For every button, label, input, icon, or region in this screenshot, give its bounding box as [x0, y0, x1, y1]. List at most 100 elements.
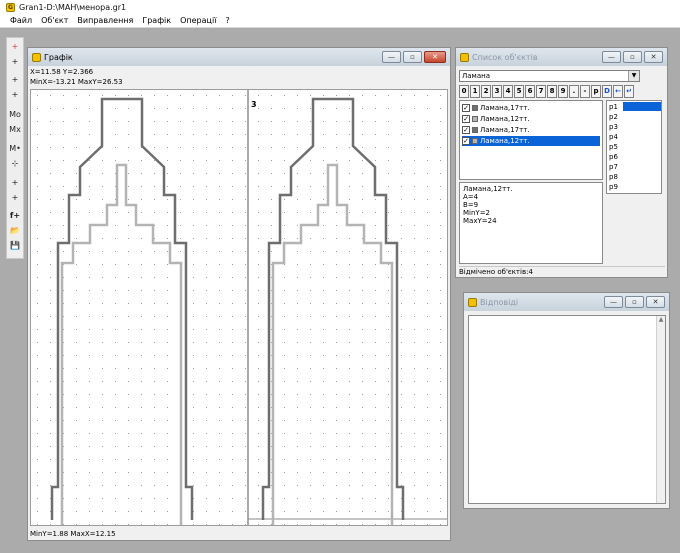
object-row[interactable]: ✓ Ламана,12тт. [462, 136, 600, 146]
param-item[interactable]: p9 [607, 182, 661, 192]
list-maximize-button[interactable]: ▫ [623, 51, 642, 63]
scale-x-icon[interactable]: Mx [8, 123, 22, 137]
input-button-5[interactable]: 5 [514, 85, 524, 98]
object-label: Ламана,12тт. [480, 137, 530, 145]
param-item[interactable]: p2 [607, 112, 661, 122]
object-list[interactable]: ✓ Ламана,17тт. ✓ Ламана,12тт. ✓ Ламана,17тт. ✓… [459, 100, 603, 180]
object-row[interactable]: ✓ Ламана,17тт. [462, 125, 600, 135]
menu-file[interactable]: Файл [10, 16, 32, 25]
input-button-7[interactable]: 7 [536, 85, 546, 98]
property-line: A=4 [463, 193, 479, 201]
open-folder-icon[interactable]: 📂 [8, 224, 22, 238]
plot-canvas[interactable]: 3 [31, 90, 447, 525]
input-button-3[interactable]: 3 [492, 85, 502, 98]
input-button-14[interactable]: ← [613, 85, 623, 98]
input-button-12[interactable]: p [591, 85, 601, 98]
answers-title: Відповіді [480, 297, 519, 307]
answers-close-button[interactable]: ✕ [646, 296, 665, 308]
object-list-titlebar[interactable]: Список об'єктів — ▫ ✕ [456, 48, 667, 66]
save-disk-icon[interactable]: 💾 [8, 239, 22, 253]
input-button-8[interactable]: 8 [547, 85, 557, 98]
object-checkbox[interactable]: ✓ [462, 104, 470, 112]
object-checkbox[interactable]: ✓ [462, 126, 470, 134]
property-line: Ламана,12тт. [463, 185, 513, 193]
app-icon: G [6, 2, 15, 12]
graph-minimize-button[interactable]: — [382, 51, 401, 63]
zoom-in-icon[interactable]: + [8, 191, 22, 205]
object-checkbox[interactable]: ✓ [462, 115, 470, 123]
answers-maximize-button[interactable]: ▫ [625, 296, 644, 308]
crosshair-icon[interactable]: + [8, 55, 22, 69]
move-icon[interactable]: ⊹ [8, 157, 22, 171]
object-color-swatch [472, 116, 478, 122]
object-label: Ламана,12тт. [480, 115, 530, 123]
menu-graph[interactable]: Графік [142, 16, 171, 25]
menu-edit[interactable]: Виправлення [77, 16, 133, 25]
axis-icon[interactable]: + [8, 73, 22, 87]
left-toolbar: + + + + Mo Mx M• ⊹ + + f+ 📂 💾 [6, 37, 24, 259]
answers-text-area[interactable]: ▲ [468, 315, 666, 504]
object-type-select[interactable]: Ламана ▼ [459, 70, 640, 82]
object-list-title: Список об'єктів [472, 52, 538, 62]
param-item[interactable]: p5 [607, 142, 661, 152]
function-icon[interactable]: f+ [8, 209, 22, 223]
zoom-out-icon[interactable]: + [8, 176, 22, 190]
object-type-value: Ламана [462, 72, 490, 80]
add-point-icon[interactable]: + [8, 40, 22, 54]
graph-window: Графік — ▫ ✕ X=11.58 Y=2.366 MinX=-13.21… [27, 47, 451, 541]
scale-origin-icon[interactable]: Mo [8, 108, 22, 122]
answers-minimize-button[interactable]: — [604, 296, 623, 308]
object-list-window: Список об'єктів — ▫ ✕ Ламана ▼ 012345678… [455, 47, 668, 278]
property-line: MaxY=24 [463, 217, 497, 225]
app-titlebar: G Gran1-D:\МАН\менора.gr1 [0, 0, 680, 14]
graph-maximize-button[interactable]: ▫ [403, 51, 422, 63]
param-list[interactable]: p1 p2 p3 p4 p5 p6 p7 p8 p9 [606, 100, 662, 194]
object-list-icon [460, 52, 469, 62]
input-button-0[interactable]: 0 [459, 85, 469, 98]
object-color-swatch [472, 138, 478, 144]
graph-window-title: Графік [44, 52, 73, 62]
param-item[interactable]: p1 [607, 102, 661, 112]
param-item[interactable]: p6 [607, 152, 661, 162]
graph-close-button[interactable]: ✕ [424, 51, 446, 63]
input-button-15[interactable]: ↵ [624, 85, 634, 98]
graph-status: MinY=1.88 MaxX=12.15 [30, 530, 116, 538]
param-item[interactable]: p8 [607, 172, 661, 182]
list-close-button[interactable]: ✕ [644, 51, 663, 63]
menu-object[interactable]: Об'єкт [41, 16, 68, 25]
object-color-swatch [472, 105, 478, 111]
param-item[interactable]: p4 [607, 132, 661, 142]
menu-help[interactable]: ? [225, 16, 229, 25]
object-properties: Ламана,12тт. A=4 B=9 MinY=2 MaxY=24 [459, 182, 603, 264]
object-row[interactable]: ✓ Ламана,12тт. [462, 114, 600, 124]
list-minimize-button[interactable]: — [602, 51, 621, 63]
graph-window-titlebar[interactable]: Графік — ▫ ✕ [28, 48, 450, 66]
input-button-10[interactable]: . [569, 85, 579, 98]
cursor-coords: X=11.58 Y=2.366 [30, 68, 94, 76]
input-button-4[interactable]: 4 [503, 85, 513, 98]
input-button-11[interactable]: - [580, 85, 590, 98]
plot-area[interactable]: 3 [30, 89, 448, 526]
menu-bar: Файл Об'єкт Виправлення Графік Операції … [0, 14, 680, 28]
chevron-down-icon[interactable]: ▼ [628, 71, 639, 81]
scale-point-icon[interactable]: M• [8, 142, 22, 156]
object-label: Ламана,17тт. [480, 126, 530, 134]
param-item[interactable]: p3 [607, 122, 661, 132]
input-button-9[interactable]: 9 [558, 85, 568, 98]
input-button-1[interactable]: 1 [470, 85, 480, 98]
answers-icon [468, 297, 477, 307]
input-button-6[interactable]: 6 [525, 85, 535, 98]
object-checkbox[interactable]: ✓ [462, 137, 470, 145]
input-button-2[interactable]: 2 [481, 85, 491, 98]
menu-operations[interactable]: Операції [180, 16, 216, 25]
param-item[interactable]: p7 [607, 162, 661, 172]
input-button-13[interactable]: D [602, 85, 612, 98]
object-row[interactable]: ✓ Ламана,17тт. [462, 103, 600, 113]
axis-alt-icon[interactable]: + [8, 88, 22, 102]
property-line: MinY=2 [463, 209, 491, 217]
graph-window-icon [32, 52, 41, 62]
list-status: Відмічено об'єктів:4 [459, 266, 665, 276]
answers-titlebar[interactable]: Відповіді — ▫ ✕ [464, 293, 669, 311]
number-buttons: 0 1 2 3 4 5 6 7 8 9. - p D ← ↵ [459, 85, 634, 98]
answers-scrollbar[interactable]: ▲ [656, 316, 665, 503]
